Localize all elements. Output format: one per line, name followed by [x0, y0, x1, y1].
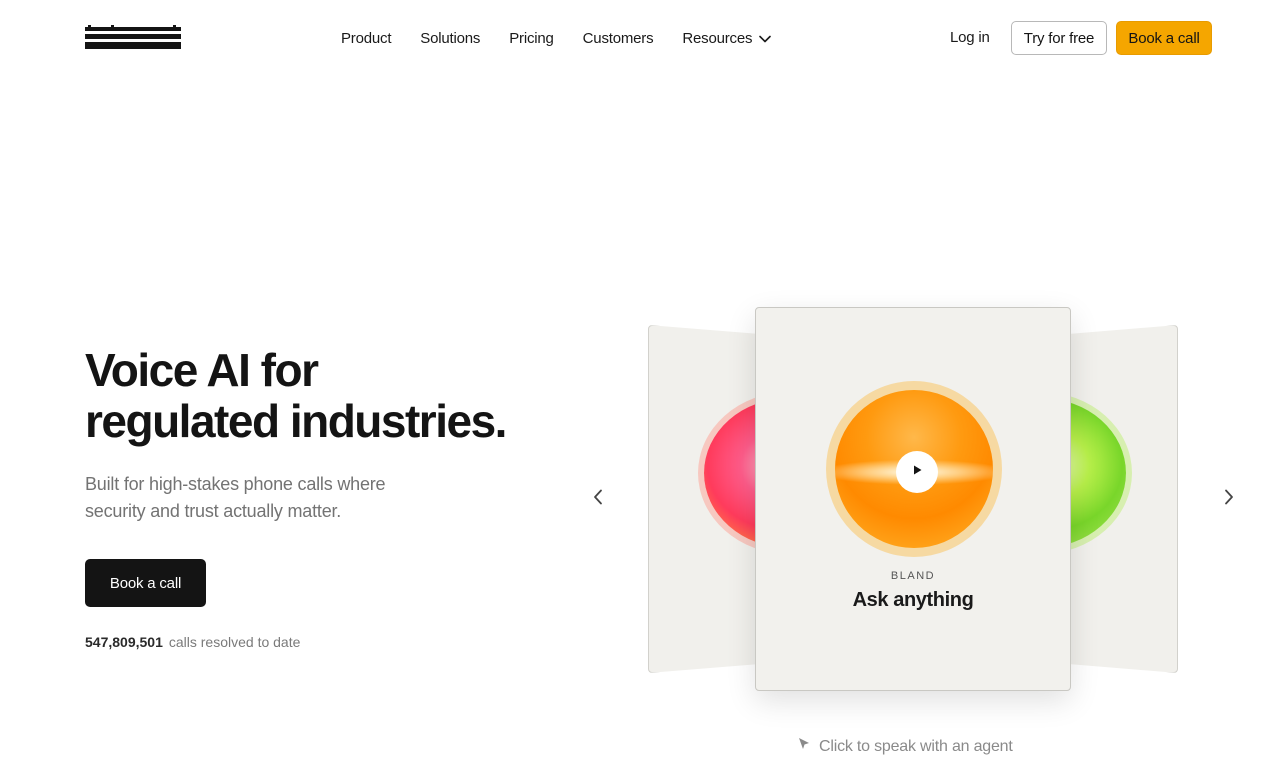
carousel-next-button[interactable] [1217, 487, 1241, 511]
hero-subtitle-line1: Built for high-stakes phone calls where [85, 474, 386, 494]
main-nav: Product Solutions Pricing Customers Reso… [341, 28, 800, 48]
nav-pricing[interactable]: Pricing [509, 29, 554, 47]
nav-customers[interactable]: Customers [583, 30, 654, 47]
nav-resources[interactable]: Resources [682, 29, 772, 47]
speak-hint-text: Click to speak with an agent [819, 737, 1013, 755]
book-call-hero-button[interactable]: Book a call [85, 559, 206, 607]
site-header: Product Solutions Pricing Customers Reso… [0, 0, 1280, 76]
play-button[interactable] [896, 451, 938, 493]
hero-title-line2: regulated industries. [85, 395, 507, 447]
hero-title: Voice AI for regulated industries. [85, 345, 555, 447]
agent-orb [835, 390, 993, 548]
nav-product-label: Product [341, 29, 392, 47]
hero-subtitle: Built for high-stakes phone calls where … [85, 471, 465, 525]
speak-hint: Click to speak with an agent [797, 737, 1013, 756]
nav-customers-label: Customers [582, 29, 654, 47]
login-link[interactable]: Log in [950, 29, 990, 46]
nav-product[interactable]: Product [341, 30, 391, 47]
try-for-free-button[interactable]: Try for free [1011, 21, 1107, 55]
chevron-left-icon [593, 489, 603, 510]
calls-count: 547,809,501 [85, 634, 163, 650]
nav-resources-label: Resources [682, 29, 753, 47]
agent-orb-ring [826, 381, 1002, 557]
nav-pricing-label: Pricing [509, 29, 554, 47]
play-icon [911, 463, 923, 481]
book-call-header-button[interactable]: Book a call [1116, 21, 1212, 55]
calls-label: calls resolved to date [168, 634, 301, 650]
chevron-down-icon [759, 30, 772, 47]
agent-title: Ask anything [852, 589, 974, 611]
nav-solutions[interactable]: Solutions [420, 30, 480, 47]
hero-title-line1: Voice AI for [85, 344, 319, 396]
carousel-prev-button[interactable] [586, 487, 610, 511]
carousel-card-active[interactable]: BLAND Ask anything [755, 307, 1071, 691]
chevron-right-icon [1224, 489, 1234, 510]
nav-solutions-label: Solutions [420, 29, 481, 47]
agent-brand-label: BLAND [890, 570, 936, 582]
cursor-arrow-icon [797, 737, 811, 756]
calls-stat: 547,809,501 calls resolved to date [85, 634, 300, 650]
hero-subtitle-line2: security and trust actually matter. [85, 501, 342, 521]
brand-logo[interactable] [85, 25, 181, 51]
